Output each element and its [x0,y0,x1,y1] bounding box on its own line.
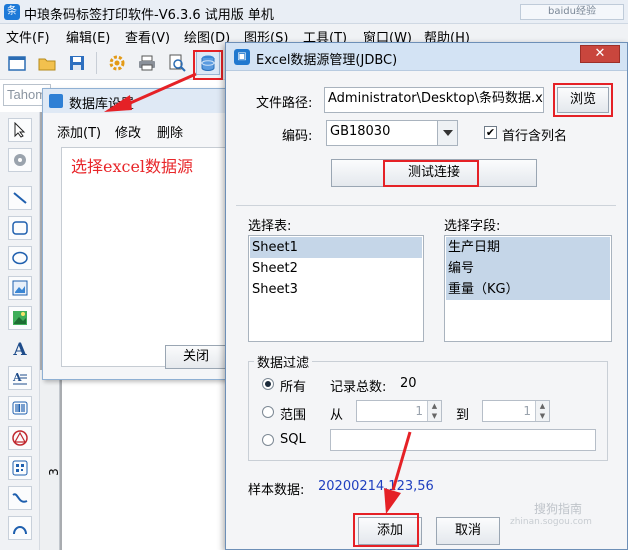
stepper-arrows-icon[interactable]: ▲ ▼ [427,401,441,421]
sql-input[interactable] [330,429,596,451]
ruler-number: 3 [46,468,61,476]
db-dialog-icon [49,94,63,108]
table-item-sheet2[interactable]: Sheet2 [250,258,422,279]
ellipse-icon[interactable] [8,246,32,270]
filter-range-radio[interactable] [262,406,274,418]
range-from-value: 1 [415,404,423,418]
curve-icon[interactable] [8,486,32,510]
stepper-arrows-icon[interactable]: ▲ ▼ [535,401,549,421]
print-icon[interactable] [136,52,158,74]
menu-file[interactable]: 文件(F) [6,27,50,46]
watermark: 搜狗指南 [533,502,582,516]
range-from-stepper[interactable]: 1 ▲ ▼ [356,400,442,422]
app-titlebar: 条 中琅条码标签打印软件-V6.3.6 试用版 单机 baidu经验 [0,0,628,24]
header-checkbox[interactable]: ✔ [484,126,497,139]
db-edit-menu[interactable]: 修改 [115,122,141,141]
filter-range-label: 范围 [280,408,307,423]
app-logo-icon: 条 [4,4,20,20]
left-toolbox: A A [0,112,40,550]
paragraph-icon[interactable]: A [8,366,32,390]
encoding-label: 编码: [282,129,313,144]
app-title: 中琅条码标签打印软件-V6.3.6 试用版 单机 [24,8,274,23]
db-source-list[interactable] [61,147,245,367]
line-icon[interactable] [8,186,32,210]
range-from-label: 从 [330,408,344,423]
divider [236,205,616,206]
annotation-text: 选择excel数据源 [71,157,194,176]
record-count-value: 20 [400,376,417,391]
db-delete-menu[interactable]: 删除 [157,122,183,141]
jdbc-titlebar: ▣ Excel数据源管理(JDBC) ✕ [226,43,627,71]
qrcode-triangle-icon[interactable] [8,426,32,450]
database-settings-dialog: 数据库设置 添加(T) 修改 删除 选择excel数据源 关闭 [42,88,248,380]
menu-edit[interactable]: 编辑(E) [66,27,110,46]
image-icon[interactable] [8,276,32,300]
sample-data-label: 样本数据: [248,483,305,498]
sample-data-value: 20200214,123,56 [318,479,434,494]
db-dialog-title: 数据库设置 [69,97,135,112]
db-dialog-titlebar: 数据库设置 [43,89,247,113]
menu-view[interactable]: 查看(V) [125,27,170,46]
filter-all-radio[interactable] [262,378,274,390]
field-list[interactable]: 生产日期 编号 重量（KG） [444,235,612,342]
toolbar-divider [96,52,97,74]
range-to-value: 1 [523,404,531,418]
new-icon[interactable] [6,52,28,74]
barcode-icon[interactable] [8,396,32,420]
header-checkbox-label: 首行含列名 [502,129,568,144]
field-item[interactable]: 编号 [446,258,610,279]
db-close-button[interactable]: 关闭 [165,345,227,369]
label-paper[interactable] [62,380,242,550]
table-item-sheet3[interactable]: Sheet3 [250,279,422,300]
field-item[interactable]: 重量（KG） [446,279,610,300]
settings-gear-icon[interactable] [106,52,128,74]
field-item[interactable]: 生产日期 [446,237,610,258]
menu-draw[interactable]: 绘图(D) [184,27,230,46]
excel-datasource-dialog: ▣ Excel数据源管理(JDBC) ✕ 文件路径: Administrator… [225,42,628,550]
rounded-rect-icon[interactable] [8,216,32,240]
table-list-label: 选择表: [248,219,292,234]
table-item-sheet1[interactable]: Sheet1 [250,237,422,258]
pointer-icon[interactable] [8,118,32,142]
filter-all-label: 所有 [280,380,307,395]
test-connection-highlight [383,160,479,187]
data-filter-label: 数据过滤 [254,352,313,371]
range-to-stepper[interactable]: 1 ▲ ▼ [482,400,550,422]
save-icon[interactable] [66,52,88,74]
add-button-highlight [353,513,419,547]
file-path-field[interactable]: Administrator\Desktop\条码数据.xls [324,87,544,113]
arc-icon[interactable] [8,516,32,540]
close-icon[interactable]: ✕ [580,45,620,63]
record-count-label: 记录总数: [330,380,387,395]
chevron-down-icon[interactable] [438,120,458,146]
print-preview-icon[interactable] [166,52,188,74]
encoding-select[interactable]: GB18030 [326,120,438,146]
database-button-highlight [193,50,223,80]
filter-sql-label: SQL [280,432,306,447]
titlebar-badge: baidu经验 [520,4,624,20]
jdbc-dialog-icon: ▣ [234,49,250,65]
qrcode-icon[interactable] [8,456,32,480]
browse-highlight [553,83,613,117]
file-path-label: 文件路径: [256,96,313,111]
range-to-label: 到 [456,408,470,423]
text-icon[interactable]: A [8,338,32,362]
vertical-ruler [40,370,60,550]
watermark-subtitle: zhinan.sogou.com [510,517,592,527]
filter-sql-radio[interactable] [262,434,274,446]
open-icon[interactable] [36,52,58,74]
table-list[interactable]: Sheet1 Sheet2 Sheet3 [248,235,424,342]
field-list-label: 选择字段: [444,219,501,234]
picture-icon[interactable] [8,306,32,330]
cancel-button[interactable]: 取消 [436,517,500,545]
rotate-icon[interactable] [8,148,32,172]
jdbc-dialog-title: Excel数据源管理(JDBC) [256,53,398,68]
db-add-menu[interactable]: 添加(T) [57,122,101,141]
